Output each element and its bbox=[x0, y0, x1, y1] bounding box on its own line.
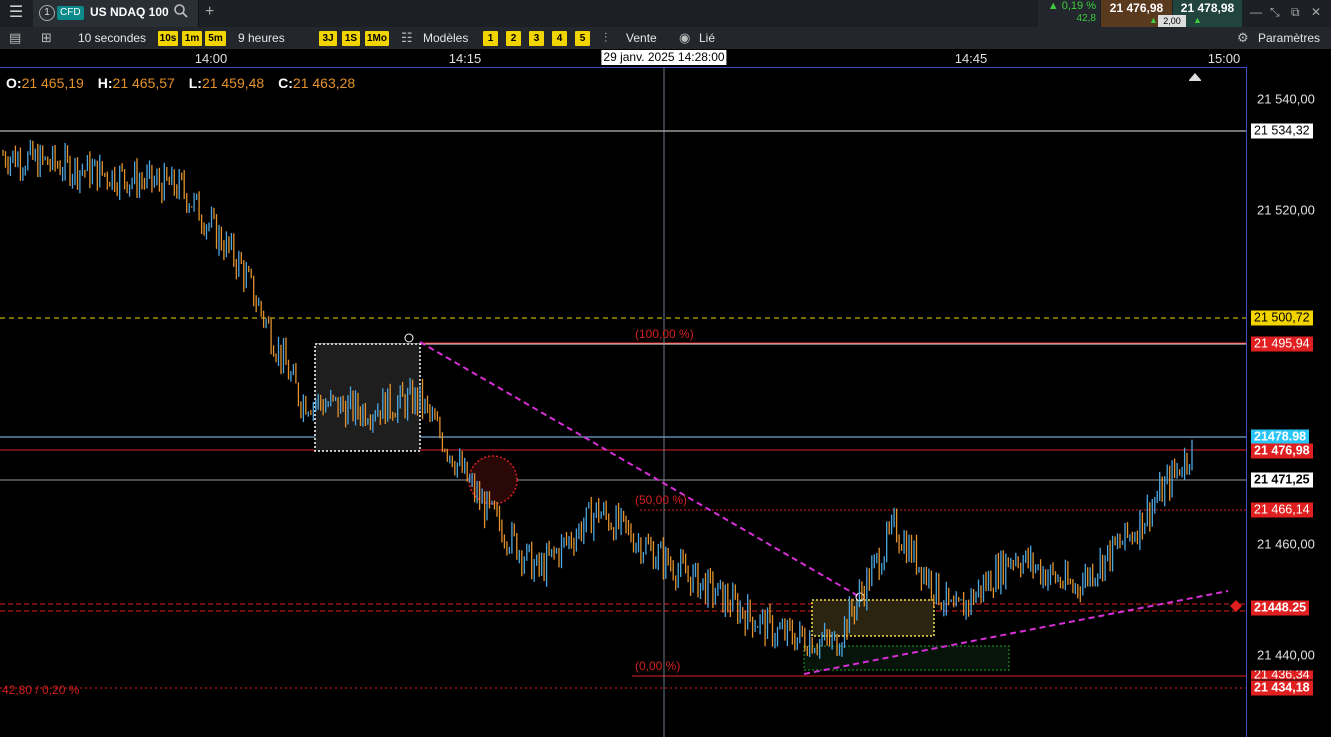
order-drag-handle-icon[interactable] bbox=[1230, 600, 1242, 612]
time-label: 14:00 bbox=[194, 51, 228, 66]
sell-up-arrow-icon: ▲ bbox=[1149, 15, 1158, 25]
open-value: 21 465,19 bbox=[21, 75, 84, 91]
highlight-circle[interactable] bbox=[468, 455, 518, 505]
interval-select[interactable]: 10 secondes bbox=[78, 30, 146, 46]
close-icon[interactable]: ✕ bbox=[1311, 5, 1321, 19]
bid-price-tag: 21 476,98 bbox=[1251, 443, 1313, 459]
layout-1-button[interactable]: 1 bbox=[483, 31, 498, 46]
low-key: L: bbox=[188, 75, 202, 91]
support-zone-box[interactable] bbox=[811, 599, 935, 637]
change-points: 42,8 bbox=[1076, 13, 1096, 24]
scroll-latest-icon[interactable] bbox=[1189, 73, 1201, 81]
settings-button[interactable]: Paramètres bbox=[1258, 30, 1320, 46]
buy-up-arrow-icon: ▲ bbox=[1193, 15, 1202, 25]
price-tag-495: 21 495,94 bbox=[1251, 336, 1313, 352]
close-value: 21 463,28 bbox=[292, 75, 356, 91]
search-icon[interactable] bbox=[173, 3, 191, 21]
range-3j-button[interactable]: 3J bbox=[319, 31, 337, 46]
ask-price-tag: 21478.98 bbox=[1251, 429, 1310, 445]
fib-100-label: (100,00 %) bbox=[635, 327, 694, 341]
low-value: 21 459,48 bbox=[201, 75, 265, 91]
spread-value: 2,00 bbox=[1158, 15, 1186, 27]
layout-3-button[interactable]: 3 bbox=[529, 31, 544, 46]
layout-2-button[interactable]: 2 bbox=[506, 31, 521, 46]
add-tab-icon[interactable]: + bbox=[205, 3, 214, 21]
chart-type-icon[interactable]: ⫶ bbox=[604, 30, 607, 46]
range-1s-button[interactable]: 1S bbox=[342, 31, 360, 46]
price-tick: 21 540,00 bbox=[1257, 91, 1315, 107]
range-1mo-button[interactable]: 1Mo bbox=[365, 31, 389, 46]
popout-icon[interactable]: ⧉ bbox=[1291, 5, 1300, 20]
templates-button[interactable]: Modèles bbox=[423, 30, 468, 46]
time-label: 14:45 bbox=[954, 51, 988, 66]
layout-5-button[interactable]: 5 bbox=[575, 31, 590, 46]
price-tag-434: 21 434,18 bbox=[1251, 680, 1313, 696]
range-select[interactable]: 9 heures bbox=[238, 30, 285, 46]
minimize-icon[interactable]: — bbox=[1250, 5, 1262, 19]
price-tag-534: 21 534,32 bbox=[1251, 123, 1313, 139]
price-tag-500: 21 500,72 bbox=[1251, 310, 1313, 326]
chart-toolbar: ▤ ⊞ 10 secondes 10s 1m 5m 9 heures 3J 1S… bbox=[0, 27, 1331, 50]
price-tag-471: 21 471,25 bbox=[1251, 472, 1313, 488]
instrument-title: US NDAQ 100 bbox=[90, 5, 169, 19]
change-percent: ▲ 0,19 % bbox=[1047, 0, 1096, 12]
cfd-badge: CFD bbox=[57, 6, 84, 20]
interval-1m-button[interactable]: 1m bbox=[182, 31, 202, 46]
ohlc-readout: O:21 465,19 H:21 465,57 L:21 459,48 C:21… bbox=[6, 75, 365, 91]
layout-4-button[interactable]: 4 bbox=[552, 31, 567, 46]
daily-change: ▲ 0,19 % 42,8 bbox=[1038, 0, 1100, 27]
time-label: 15:00 bbox=[1207, 51, 1241, 66]
interval-10s-button[interactable]: 10s bbox=[158, 31, 178, 46]
time-label: 14:15 bbox=[448, 51, 482, 66]
side-select[interactable]: Vente bbox=[626, 30, 657, 46]
collapse-icon[interactable]: ⤡ bbox=[1270, 5, 1280, 20]
templates-icon[interactable]: ☷ bbox=[401, 30, 413, 46]
tab-bar: ☰ 1 CFD US NDAQ 100 + ▲ 0,19 % 42,8 21 4… bbox=[0, 0, 1331, 27]
interval-5m-button[interactable]: 5m bbox=[205, 31, 226, 46]
fib-50-label: (50,00 %) bbox=[635, 493, 688, 507]
price-tick: 21 460,00 bbox=[1257, 536, 1315, 552]
crosshair-time-label: 29 janv. 2025 14:28:00 bbox=[601, 50, 727, 65]
price-tag-436: 21 436,34 bbox=[1251, 670, 1313, 680]
price-series bbox=[2, 139, 1193, 659]
list-view-icon[interactable]: ▤ bbox=[9, 30, 21, 46]
linked-button[interactable]: Lié bbox=[699, 30, 715, 46]
trend-anchor-top[interactable] bbox=[404, 333, 414, 343]
order-price-tag[interactable]: 21448.25 bbox=[1251, 600, 1310, 616]
high-key: H: bbox=[97, 75, 113, 91]
sell-price: 21 476,98 bbox=[1109, 1, 1164, 15]
tab-number: 1 bbox=[39, 5, 55, 21]
open-key: O: bbox=[6, 75, 22, 91]
settings-gear-icon[interactable]: ⚙ bbox=[1237, 30, 1249, 46]
eye-icon[interactable]: ◉ bbox=[679, 30, 690, 46]
change-summary-label: 42,80 / 0,20 % bbox=[2, 683, 80, 697]
buy-price: 21 478,98 bbox=[1180, 1, 1235, 15]
high-value: 21 465,57 bbox=[112, 75, 175, 91]
close-key: C: bbox=[278, 75, 293, 91]
price-chart[interactable] bbox=[0, 67, 1246, 737]
instrument-tab[interactable]: 1 CFD US NDAQ 100 bbox=[33, 0, 199, 27]
low-zone-box[interactable] bbox=[803, 645, 1010, 671]
price-tick: 21 440,00 bbox=[1257, 647, 1315, 663]
price-axis[interactable]: 21 540,00 21 534,32 21 520,00 21 500,72 … bbox=[1246, 67, 1331, 737]
grid-layout-icon[interactable]: ⊞ bbox=[41, 30, 52, 46]
price-tick: 21 520,00 bbox=[1257, 202, 1315, 218]
change-percent-value: 0,19 % bbox=[1061, 0, 1096, 12]
hamburger-menu-icon[interactable]: ☰ bbox=[4, 2, 28, 24]
time-axis: 14:00 14:15 29 janv. 2025 14:28:00 14:45… bbox=[0, 49, 1331, 68]
price-tag-466: 21 466,14 bbox=[1251, 502, 1313, 518]
fib-0-label: (0,00 %) bbox=[635, 659, 681, 673]
